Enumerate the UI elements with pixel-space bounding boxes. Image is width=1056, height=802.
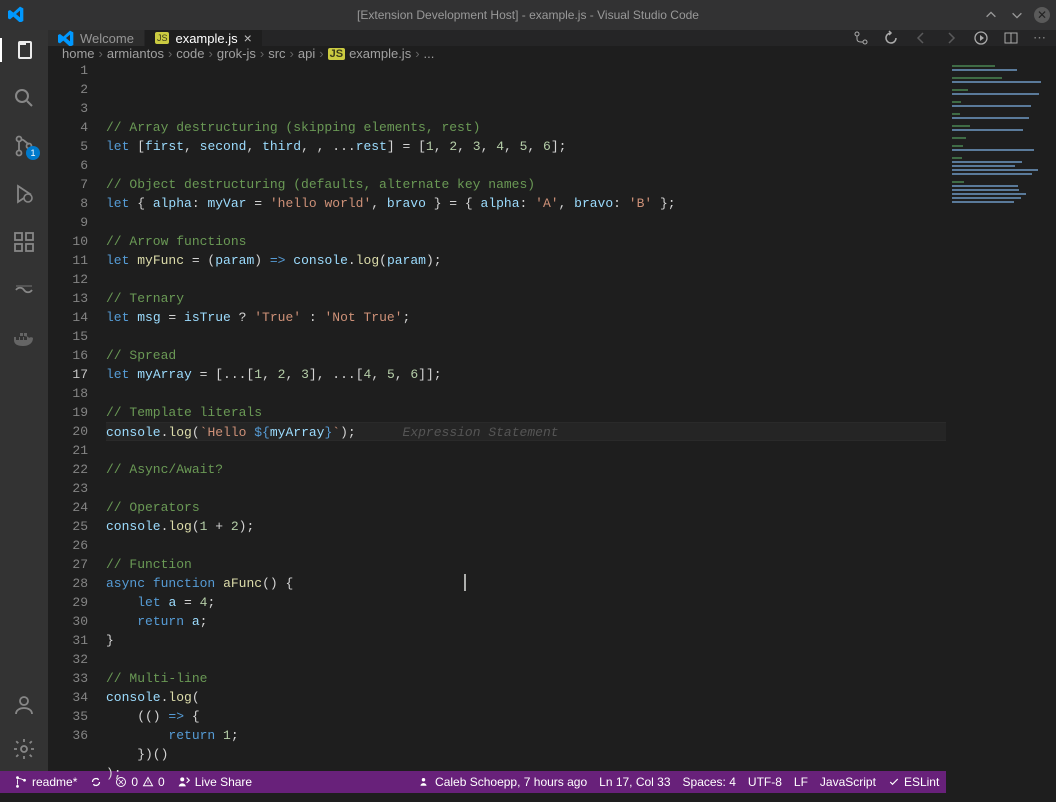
scm-badge: 1: [26, 146, 40, 160]
tab-example-js[interactable]: JS example.js ×: [145, 30, 263, 46]
more-actions-icon[interactable]: ⋯: [1033, 30, 1046, 46]
compare-changes-icon[interactable]: [853, 30, 869, 46]
breadcrumb-item[interactable]: grok-js: [217, 46, 256, 61]
text-cursor: [464, 574, 466, 591]
breadcrumbs[interactable]: home› armiantos› code› grok-js› src› api…: [48, 46, 1056, 61]
line-number-gutter: 1234567891011121314151617181920212223242…: [48, 61, 106, 802]
code-editor[interactable]: 1234567891011121314151617181920212223242…: [48, 61, 1056, 802]
breadcrumb-item[interactable]: api: [298, 46, 315, 61]
window-title: [Extension Development Host] - example.j…: [357, 8, 699, 22]
activity-remote[interactable]: [0, 278, 48, 302]
js-file-icon: JS: [328, 48, 345, 60]
activity-run-debug[interactable]: [0, 182, 48, 206]
tab-example-label: example.js: [175, 31, 237, 46]
minimize-icon[interactable]: [982, 6, 1000, 24]
editor-tabs: Welcome JS example.js × ⋯: [48, 30, 1056, 46]
breadcrumb-item[interactable]: home: [62, 46, 95, 61]
editor-area: Welcome JS example.js × ⋯ home› armianto…: [48, 30, 1056, 771]
breadcrumb-item[interactable]: code: [176, 46, 204, 61]
nav-back-icon[interactable]: [913, 30, 929, 46]
split-editor-icon[interactable]: [1003, 30, 1019, 46]
breadcrumb-item[interactable]: example.js: [349, 46, 411, 61]
activity-search[interactable]: [0, 86, 48, 110]
breadcrumb-item[interactable]: ...: [424, 46, 435, 61]
close-icon[interactable]: ✕: [1034, 7, 1050, 23]
activity-settings[interactable]: [0, 737, 48, 761]
vscode-app-icon: [8, 6, 24, 25]
activity-bar: 1: [0, 30, 48, 771]
activity-explorer[interactable]: [0, 38, 48, 62]
js-file-icon: JS: [155, 32, 170, 44]
breadcrumb-item[interactable]: armiantos: [107, 46, 164, 61]
activity-docker[interactable]: [0, 326, 48, 350]
activity-extensions[interactable]: [0, 230, 48, 254]
code-content[interactable]: // Array destructuring (skipping element…: [106, 61, 1056, 802]
activity-source-control[interactable]: 1: [0, 134, 48, 158]
activity-accounts[interactable]: [0, 693, 48, 717]
run-icon[interactable]: [973, 30, 989, 46]
close-icon[interactable]: ×: [244, 30, 252, 46]
maximize-icon[interactable]: [1008, 6, 1026, 24]
tab-welcome[interactable]: Welcome: [48, 30, 145, 46]
minimap[interactable]: [946, 61, 1056, 802]
revert-icon[interactable]: [883, 30, 899, 46]
titlebar: [Extension Development Host] - example.j…: [0, 0, 1056, 30]
breadcrumb-item[interactable]: src: [268, 46, 285, 61]
nav-forward-icon[interactable]: [943, 30, 959, 46]
tab-welcome-label: Welcome: [80, 31, 134, 46]
